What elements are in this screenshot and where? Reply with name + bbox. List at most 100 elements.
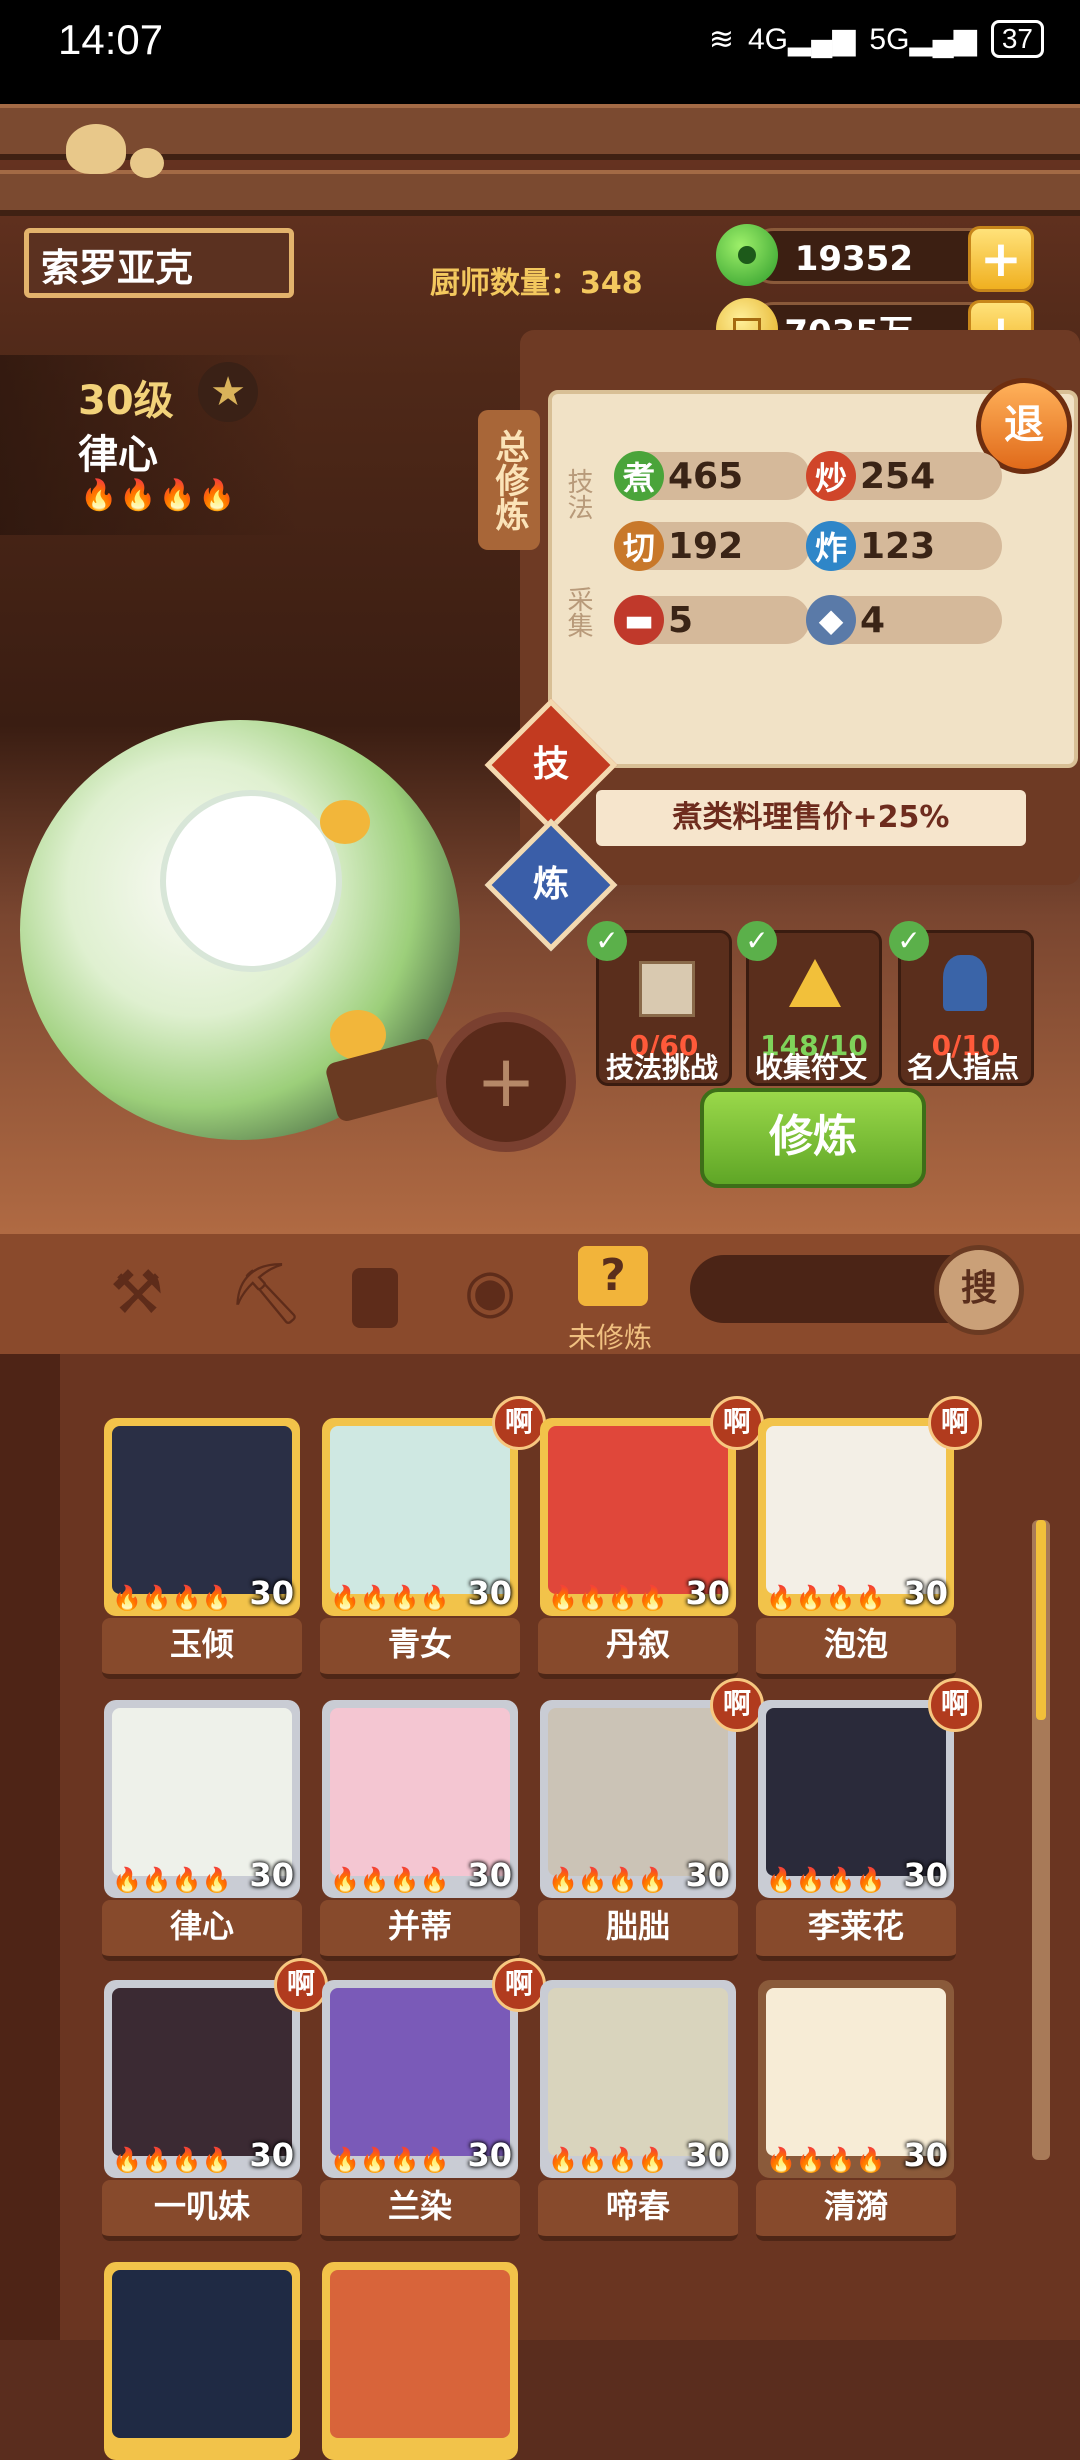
- chef-card[interactable]: 🔥🔥🔥🔥 30: [758, 1700, 954, 1898]
- chef-card[interactable]: 🔥🔥🔥🔥 30: [758, 1980, 954, 2178]
- chef-level: 30: [249, 1856, 294, 1894]
- stat-value: 254: [860, 455, 936, 497]
- stat-value: 5: [668, 599, 694, 641]
- scroll-icon: [639, 961, 695, 1017]
- star-icon[interactable]: ★: [198, 362, 258, 422]
- chef-level: 30: [903, 1856, 948, 1894]
- chef-portrait: [548, 1708, 728, 1876]
- chef-card[interactable]: [322, 2262, 518, 2460]
- chef-name[interactable]: 青女: [320, 1618, 520, 1679]
- chef-level: 30: [467, 1856, 512, 1894]
- check-icon: ✓: [587, 921, 627, 961]
- chef-name[interactable]: 律心: [102, 1900, 302, 1961]
- character-name: 律心: [78, 432, 158, 478]
- status-bar: 14:07 ≋ 4G▂▄▆ 5G▂▄▆ 37: [0, 0, 1080, 104]
- question-icon[interactable]: ?: [578, 1246, 648, 1306]
- unpracticed-filter-label[interactable]: 未修炼: [568, 1316, 652, 1356]
- search-button[interactable]: 搜: [934, 1245, 1024, 1335]
- location-pin-icon[interactable]: ◉: [464, 1256, 516, 1326]
- stirfry-icon: 炒: [806, 451, 856, 501]
- jade-icon: [716, 224, 778, 286]
- alert-badge: 啊: [492, 1958, 546, 2012]
- chef-card[interactable]: 🔥🔥🔥🔥 30: [322, 1980, 518, 2178]
- scrollbar-thumb[interactable]: [1036, 1520, 1046, 1720]
- chef-card[interactable]: 🔥🔥🔥🔥 30: [104, 1700, 300, 1898]
- player-name[interactable]: 索罗亚克: [24, 228, 294, 298]
- chef-name[interactable]: 兰染: [320, 2180, 520, 2241]
- cut-icon: 切: [614, 521, 664, 571]
- chef-card[interactable]: 🔥🔥🔥🔥 30: [540, 1700, 736, 1898]
- chick-decoration: [66, 124, 126, 174]
- status-time: 14:07: [58, 16, 164, 63]
- chef-portrait: [766, 1988, 946, 2156]
- chef-card[interactable]: 🔥🔥🔥🔥 30: [104, 1418, 300, 1616]
- shovel-icon[interactable]: ⛏: [228, 1258, 304, 1329]
- wifi-icon: ≋: [708, 22, 734, 56]
- chef-level: 30: [685, 1856, 730, 1894]
- chef-portrait: [330, 1426, 510, 1594]
- stat-stirfry: 炒 254: [806, 451, 1002, 501]
- train-button[interactable]: 修炼: [700, 1088, 926, 1188]
- chef-portrait: [766, 1708, 946, 1876]
- person-icon: [943, 955, 987, 1011]
- task-label: 技法挑战: [605, 1051, 718, 1084]
- add-button[interactable]: +: [436, 1012, 576, 1152]
- chef-portrait: [548, 1426, 728, 1594]
- stat-fry: 炸 123: [806, 521, 1002, 571]
- flame-rating: 🔥🔥🔥🔥: [766, 1866, 886, 1894]
- chef-card[interactable]: 🔥🔥🔥🔥 30: [322, 1418, 518, 1616]
- chef-portrait: [330, 2270, 510, 2438]
- total-training-tab[interactable]: 总修炼: [478, 410, 540, 550]
- chef-name[interactable]: 并蒂: [320, 1900, 520, 1961]
- stat-value: 123: [860, 525, 936, 567]
- chef-card[interactable]: 🔥🔥🔥🔥 30: [104, 1980, 300, 2178]
- flame-rating: 🔥🔥🔥🔥: [112, 1584, 232, 1612]
- chef-portrait: [112, 1708, 292, 1876]
- chef-name[interactable]: 朏朏: [538, 1900, 738, 1961]
- flame-rating: 🔥🔥🔥🔥: [112, 1866, 232, 1894]
- flame-rating: 🔥🔥🔥🔥: [766, 1584, 886, 1612]
- flame-rating: 🔥🔥🔥🔥: [766, 2146, 886, 2174]
- chef-portrait: [330, 1708, 510, 1876]
- chef-level: 30: [467, 2136, 512, 2174]
- chef-portrait: [112, 1426, 292, 1594]
- roof-beam: [0, 104, 1080, 160]
- chef-name[interactable]: 玉倾: [102, 1618, 302, 1679]
- alert-badge: 啊: [928, 1396, 982, 1450]
- chef-name[interactable]: 泡泡: [756, 1618, 956, 1679]
- rune-icon: [789, 959, 841, 1007]
- signal-4g-icon: 4G▂▄▆: [747, 22, 856, 56]
- stat-value: 192: [668, 525, 744, 567]
- signal-5g-icon: 5G▂▄▆: [869, 22, 977, 56]
- fry-icon: 炸: [806, 521, 856, 571]
- task-label: 名人指点: [906, 1051, 1019, 1084]
- chef-name[interactable]: 清漪: [756, 2180, 956, 2241]
- chef-portrait: [112, 1988, 292, 2156]
- chef-name[interactable]: 李莱花: [756, 1900, 956, 1961]
- chef-card[interactable]: 🔥🔥🔥🔥 30: [322, 1700, 518, 1898]
- chef-name[interactable]: 一叽妹: [102, 2180, 302, 2241]
- fish-icon: ◆: [806, 595, 856, 645]
- chef-card[interactable]: 🔥🔥🔥🔥 30: [758, 1418, 954, 1616]
- boil-icon: 煮: [614, 451, 664, 501]
- chef-name[interactable]: 丹叙: [538, 1618, 738, 1679]
- check-icon: ✓: [737, 921, 777, 961]
- chef-portrait: [330, 1988, 510, 2156]
- chef-card[interactable]: [104, 2262, 300, 2460]
- chef-level: 30: [467, 1574, 512, 1612]
- roof-beam: [0, 170, 1080, 216]
- add-jade-button[interactable]: +: [968, 226, 1034, 292]
- chef-portrait: [548, 1988, 728, 2156]
- chef-card[interactable]: 🔥🔥🔥🔥 30: [540, 1980, 736, 2178]
- alert-badge: 啊: [710, 1396, 764, 1450]
- chef-level: 30: [249, 2136, 294, 2174]
- character-level: 30级: [78, 378, 174, 424]
- bonus-banner: 煮类料理售价+25%: [596, 790, 1026, 846]
- battery-icon: 37: [990, 20, 1044, 58]
- jar-icon[interactable]: [352, 1268, 398, 1328]
- stat-fish: ◆ 4: [806, 595, 1002, 645]
- flame-rating: 🔥🔥🔥🔥: [330, 1584, 450, 1612]
- chef-name[interactable]: 啼春: [538, 2180, 738, 2241]
- chef-card[interactable]: 🔥🔥🔥🔥 30: [540, 1418, 736, 1616]
- spatula-icon[interactable]: ⚒: [110, 1258, 164, 1328]
